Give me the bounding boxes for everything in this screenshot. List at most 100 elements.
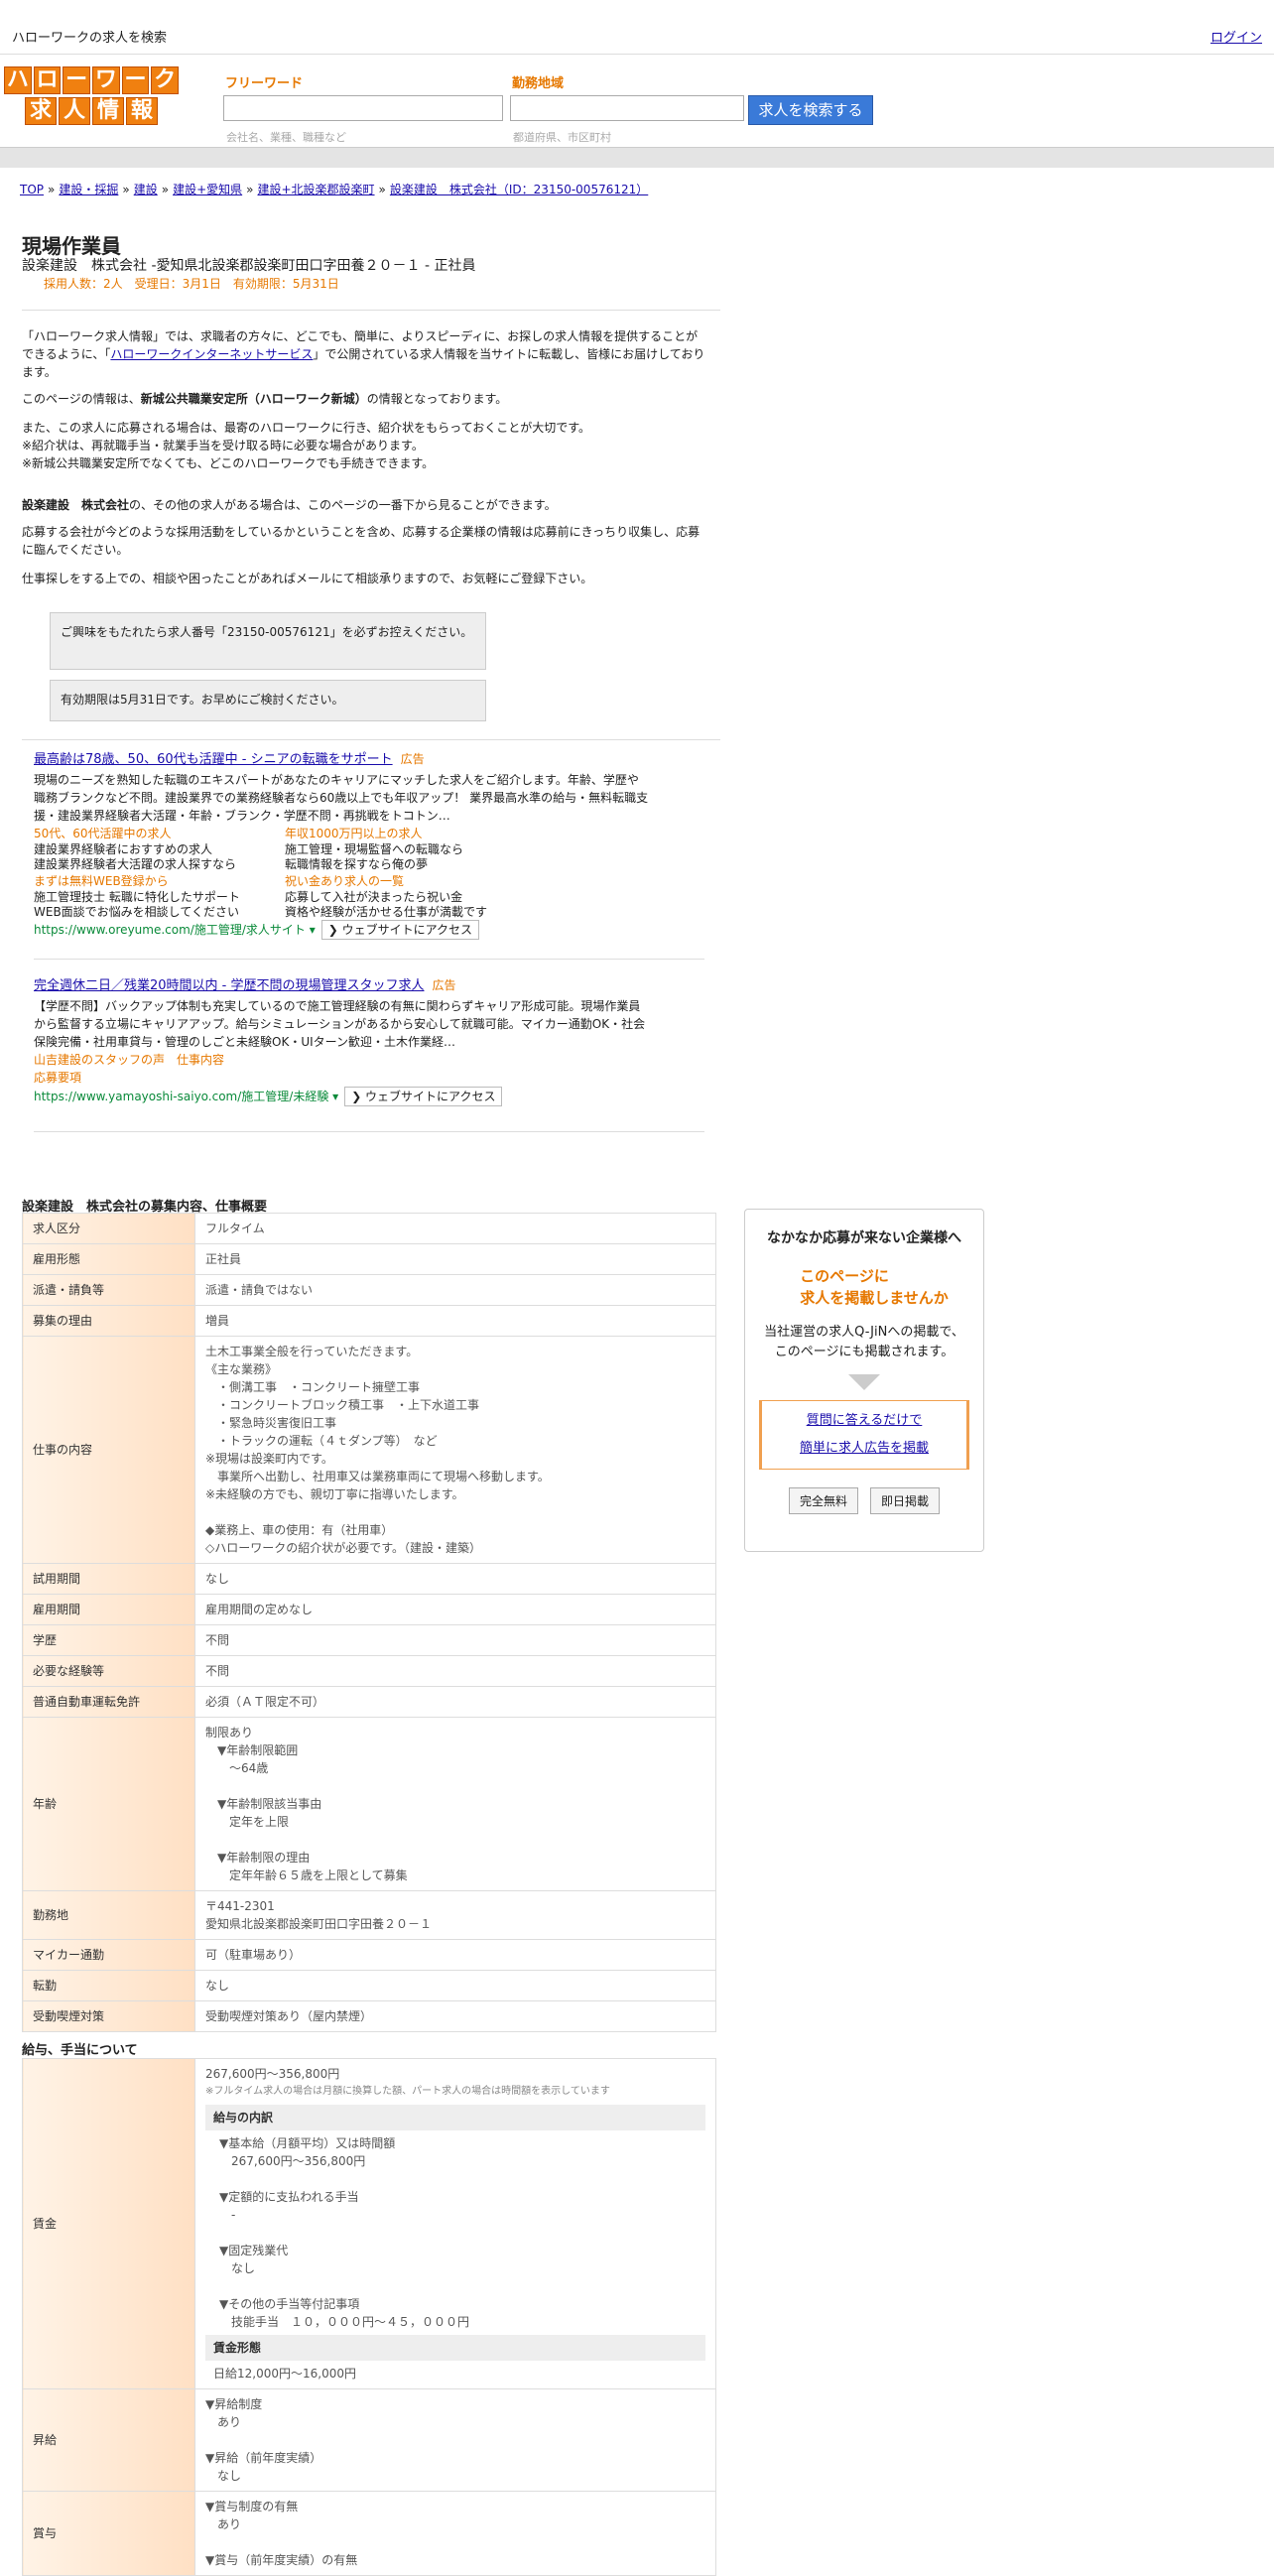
ad-link[interactable]: 応募要項 [34, 1071, 81, 1085]
breadcrumb-link[interactable]: 建設 [134, 183, 158, 196]
divider [34, 1131, 704, 1132]
ad-tag: 広告 [432, 978, 456, 992]
row-header: 雇用期間 [22, 1594, 195, 1625]
visit-website-button[interactable]: ❯ ウェブサイトにアクセス [344, 1087, 503, 1106]
row-header: 必要な経験等 [22, 1655, 195, 1687]
sidebar-link[interactable]: 質問に答えるだけで [807, 1413, 923, 1428]
intro-text: の情報となっております。 [366, 392, 508, 406]
area-input[interactable] [510, 95, 744, 121]
breadcrumb-link[interactable]: 建設・採掘 [59, 183, 118, 196]
table-row: 学歴 不問 [22, 1624, 716, 1656]
intro-paragraph-2: このページの情報は、新城公共職業安定所（ハローワーク新城）の情報となっております… [22, 390, 706, 408]
breadcrumb-link[interactable]: 建設+北設楽郡設楽町 [257, 183, 374, 196]
divider [22, 310, 720, 311]
ad-title-link[interactable]: 完全週休二日／残業20時間以内 - 学歴不問の現場管理スタッフ求人 [34, 978, 425, 993]
ad-url[interactable]: https://www.oreyume.com/施工管理/求人サイト [34, 923, 306, 937]
sitelink-title[interactable]: 50代、60代活躍中の求人 [34, 825, 285, 842]
ad-sitelink[interactable]: まずは無料WEB登録から 施工管理技士 転職に特化したサポート WEB面談でお悩み… [34, 872, 285, 920]
intro-text: このページの情報は、 [22, 392, 141, 406]
sitelink-title[interactable]: 祝い金あり求人の一覧 [285, 872, 536, 890]
hellowork-logo[interactable]: ハローワーク 求人情報 [3, 66, 180, 125]
breadcrumb-separator: » [246, 183, 254, 196]
table-row: 普通自動車運転免許 必須（ＡＴ限定不可） [22, 1686, 716, 1718]
sitelink-text: 建設業界経験者におすすめの求人 建設業界経験者大活躍の求人探すなら [34, 842, 237, 871]
breadcrumb-separator: » [161, 183, 170, 196]
row-value: なし [194, 1970, 716, 2001]
breadcrumb-link[interactable]: TOP [20, 183, 44, 196]
row-value: 不問 [194, 1624, 716, 1656]
breadcrumb-link[interactable]: 建設+愛知県 [173, 183, 242, 196]
sitelink-title[interactable]: 年収1000万円以上の求人 [285, 825, 536, 842]
table-row: 賞与 ▼賞与制度の有無 あり ▼賞与（前年度実績）の有無 [22, 2491, 716, 2576]
ad-sitelink[interactable]: 祝い金あり求人の一覧 応募して入社が決まったら祝い金 資格や経験が活かせる仕事が満… [285, 872, 536, 920]
salary-title: 給与、手当について [22, 2043, 138, 2058]
row-value: ▼昇給制度 あり ▼昇給（前年度実績） なし [194, 2388, 716, 2492]
ad-link[interactable]: 仕事内容 [177, 1053, 224, 1067]
freeword-input[interactable] [223, 95, 503, 121]
ad-url[interactable]: https://www.yamayoshi-saiyo.com/施工管理/未経験 [34, 1090, 328, 1103]
sitelink-text: 施工管理・現場監督への転職なら 転職情報を探すなら俺の夢 [285, 842, 464, 871]
office-name: 新城公共職業安定所（ハローワーク新城） [140, 392, 367, 406]
ad-description: 【学歴不問】バックアップ体制も充実しているので施工管理経験の有無に関わらずキャリ… [34, 999, 646, 1049]
ad-block-1: 最高齢は78歳、50、60代も活躍中 - シニアの転職をサポート 広告 現場のニー… [34, 750, 649, 940]
row-value: 〒441-2301 愛知県北設楽郡設楽町田口字田養２０－１ [194, 1890, 716, 1940]
breadcrumb-link[interactable]: 設楽建設 株式会社（ID：23150-00576121） [390, 183, 648, 196]
wage-note: ※フルタイム求人の場合は月額に換算した額、パート求人の場合は時間額を表示していま… [205, 2086, 610, 2097]
row-header: 派遣・請負等 [22, 1274, 195, 1306]
top-bar: ハローワークの求人を検索 ログイン [0, 0, 1274, 55]
sidebar-buttons: 完全無料 即日掲載 [745, 1487, 983, 1514]
breadcrumb: TOP» 建設・採掘» 建設» 建設+愛知県» 建設+北設楽郡設楽町» 設楽建設 株式会社… [20, 181, 648, 197]
visit-website-button[interactable]: ❯ ウェブサイトにアクセス [320, 920, 479, 940]
breakdown-heading: 給与の内訳 [205, 2105, 705, 2130]
login-link[interactable]: ログイン [1210, 27, 1262, 46]
freeword-label: フリーワード [225, 76, 304, 91]
sitelink-title[interactable]: まずは無料WEB登録から [34, 872, 285, 890]
search-header: ハローワーク 求人情報 フリーワード 勤務地域 会社名、業種、職種など 都道府県… [0, 55, 1274, 146]
row-header: 賞与 [22, 2491, 195, 2576]
sidebar-catch-line: 求人を掲載しませんか [800, 1289, 949, 1307]
sitelink-text: 応募して入社が決まったら祝い金 資格や経験が活かせる仕事が満載です [285, 890, 488, 919]
same-day-button[interactable]: 即日掲載 [870, 1487, 941, 1514]
ad-sitelink[interactable]: 年収1000万円以上の求人 施工管理・現場監督への転職なら 転職情報を探すなら俺の… [285, 825, 536, 872]
notice-job-number: ご興味をもたれたら求人番号「23150-00576121」を必ずお控えください。 [50, 612, 486, 670]
sidebar-heading: なかなか応募が来ない企業様へ [767, 1230, 961, 1246]
row-value: 不問 [194, 1655, 716, 1687]
ad-link[interactable]: 山吉建設のスタッフの声 [34, 1053, 165, 1067]
search-button[interactable]: 求人を検索する [748, 95, 873, 125]
hellowork-internet-link[interactable]: ハローワークインターネットサービス [110, 347, 313, 361]
table-row: 雇用期間 雇用期間の定めなし [22, 1594, 716, 1625]
row-value: 増員 [194, 1305, 716, 1337]
intro-text: また、この求人に応募される場合は、最寄のハローワークに行き、紹介状をもらっておく… [22, 421, 591, 435]
row-header: 昇給 [22, 2388, 195, 2492]
table-row: 募集の理由 増員 [22, 1305, 716, 1337]
ad-title-link[interactable]: 最高齢は78歳、50、60代も活躍中 - シニアの転職をサポート [34, 752, 393, 767]
row-value: ▼賞与制度の有無 あり ▼賞与（前年度実績）の有無 [194, 2491, 716, 2576]
intro-paragraph-3: また、この求人に応募される場合は、最寄のハローワークに行き、紹介状をもらっておく… [22, 419, 706, 472]
table-row: 求人区分 フルタイム [22, 1213, 716, 1244]
row-value: 正社員 [194, 1243, 716, 1275]
row-value: 土木工事業全般を行っていただきます。 《主な業務》 ・側溝工事 ・コンクリート擁… [194, 1336, 716, 1564]
intro-text: の、その他の求人がある場合は、このページの一番下から見ることができます。 [129, 498, 557, 512]
logo-char: 求 [25, 97, 57, 125]
job-meta: 採用人数：2人 受理日：3月1日 有効期限：5月31日 [44, 277, 339, 291]
ad-sitelink[interactable]: 50代、60代活躍中の求人 建設業界経験者におすすめの求人 建設業界経験者大活躍の… [34, 825, 285, 872]
salary-table: 賃金 267,600円〜356,800円 ※フルタイム求人の場合は月額に換算した… [22, 2058, 716, 2576]
table-row: 雇用形態 正社員 [22, 1243, 716, 1275]
logo-char: 情 [92, 97, 124, 125]
logo-char: ク [151, 66, 180, 94]
row-header: 学歴 [22, 1624, 195, 1656]
row-header: 仕事の内容 [22, 1336, 195, 1564]
row-value: なし [194, 1563, 716, 1595]
table-row: 転勤 なし [22, 1970, 716, 2001]
row-header: 転勤 [22, 1970, 195, 2001]
sidebar-link[interactable]: 簡単に求人広告を掲載 [800, 1441, 929, 1456]
table-row: 必要な経験等 不問 [22, 1655, 716, 1687]
sitelink-text: 施工管理技士 転職に特化したサポート WEB面談でお悩みを相談してください [34, 890, 240, 919]
logo-char: ハ [3, 66, 32, 94]
area-label: 勤務地域 [512, 76, 565, 91]
intro-text: ※新城公共職業安定所でなくても、どこのハローワークでも手続きできます。 [22, 456, 435, 470]
logo-char: 報 [126, 97, 158, 125]
row-value: 可（駐車場あり） [194, 1939, 716, 1971]
free-button[interactable]: 完全無料 [788, 1487, 858, 1514]
breadcrumb-separator: » [122, 183, 130, 196]
